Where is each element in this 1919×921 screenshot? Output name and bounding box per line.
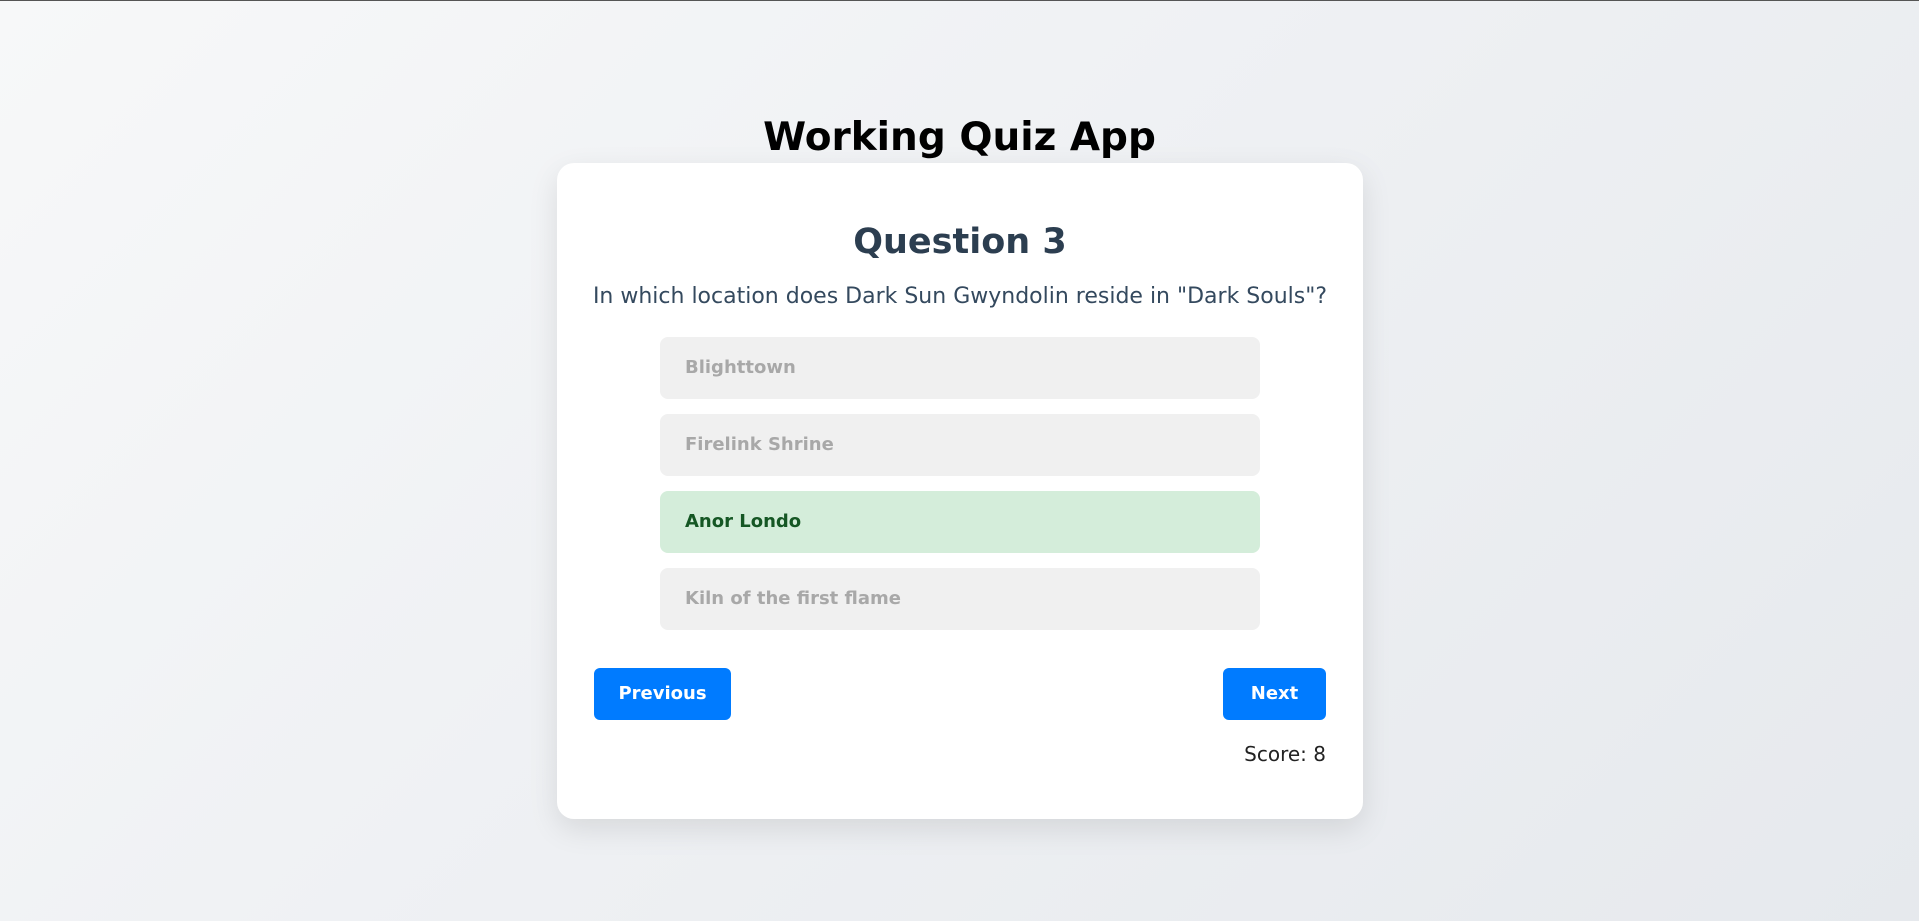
answer-option-anor-londo[interactable]: Anor Londo xyxy=(660,491,1260,553)
app-title: Working Quiz App xyxy=(763,115,1156,160)
answer-option-blighttown[interactable]: Blighttown xyxy=(660,337,1260,399)
question-text: In which location does Dark Sun Gwyndoli… xyxy=(592,284,1328,309)
answer-option-kiln-of-the-first-flame[interactable]: Kiln of the first flame xyxy=(660,568,1260,630)
next-button[interactable]: Next xyxy=(1223,668,1326,720)
previous-button[interactable]: Previous xyxy=(594,668,731,720)
quiz-card: Question 3 In which location does Dark S… xyxy=(557,163,1363,819)
score-display: Score: 8 xyxy=(1244,742,1326,766)
question-heading: Question 3 xyxy=(853,222,1067,262)
answer-options: Blighttown Firelink Shrine Anor Londo Ki… xyxy=(660,337,1260,645)
answer-option-firelink-shrine[interactable]: Firelink Shrine xyxy=(660,414,1260,476)
